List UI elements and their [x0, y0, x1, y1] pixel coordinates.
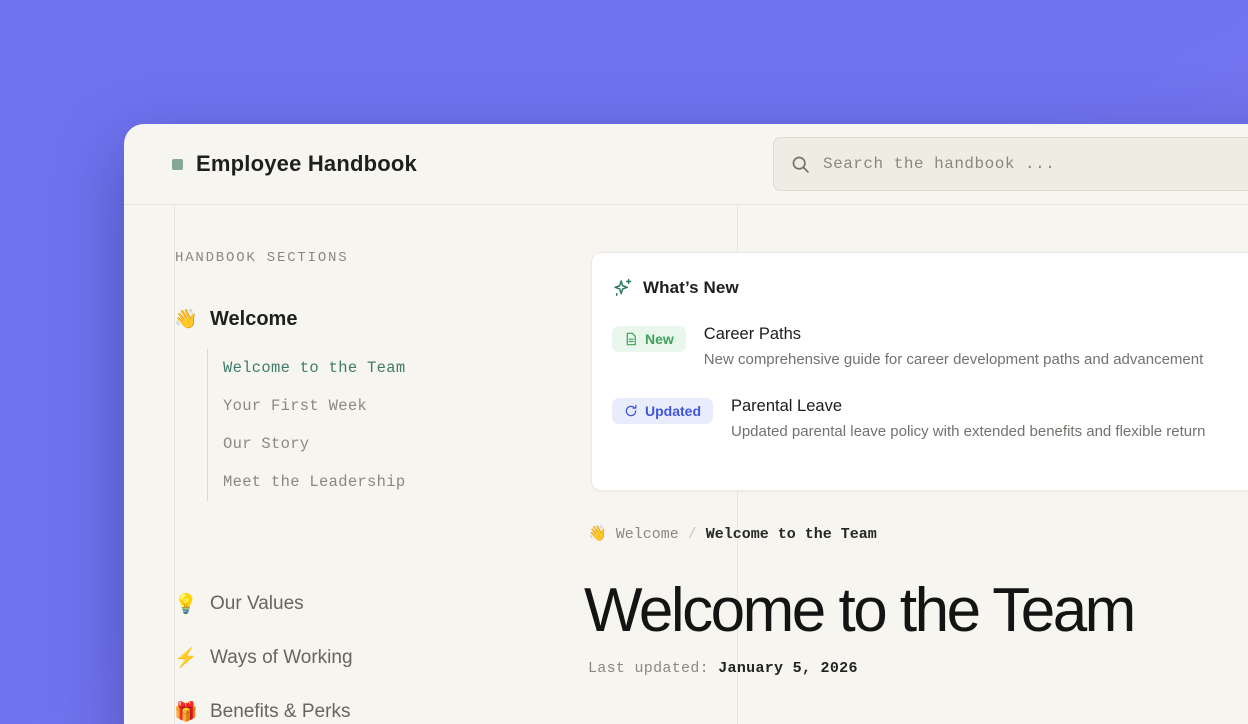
whats-new-item-description: New comprehensive guide for career devel… — [704, 351, 1203, 368]
whats-new-title: What’s New — [643, 278, 739, 298]
app-title: Employee Handbook — [196, 151, 417, 177]
gift-icon: 🎁 — [174, 703, 198, 722]
handbook-window: Employee Handbook HANDBOOK SECTIONS 👋 We… — [124, 124, 1248, 724]
page-title: Welcome to the Team — [584, 576, 1134, 646]
subnav-item-our-story[interactable]: Our Story — [223, 425, 405, 463]
breadcrumb-current: Welcome to the Team — [706, 526, 877, 543]
sidebar-item-benefits-perks[interactable]: 🎁 Benefits & Perks — [174, 698, 350, 724]
last-updated-row: Last updated: January 5, 2026 — [588, 660, 858, 677]
search-box[interactable] — [773, 137, 1248, 191]
last-updated-label: Last updated: — [588, 660, 709, 677]
subnav-item-meet-the-leadership[interactable]: Meet the Leadership — [223, 463, 405, 501]
search-icon — [791, 155, 810, 174]
last-updated-value: January 5, 2026 — [718, 660, 858, 677]
whats-new-item-title: Parental Leave — [731, 397, 1205, 416]
whats-new-item-parental-leave[interactable]: Updated Parental Leave Updated parental … — [612, 397, 1248, 440]
sidebar-item-label: Ways of Working — [210, 647, 353, 669]
sidebar-section-label: HANDBOOK SECTIONS — [175, 250, 348, 266]
document-icon — [624, 332, 638, 346]
sidebar-item-label: Benefits & Perks — [210, 701, 350, 723]
whats-new-item-description: Updated parental leave policy with exten… — [731, 423, 1205, 440]
whats-new-item-title: Career Paths — [704, 325, 1203, 344]
breadcrumb-separator: / — [688, 526, 697, 543]
app-header: Employee Handbook — [124, 124, 1248, 205]
subnav-item-your-first-week[interactable]: Your First Week — [223, 387, 405, 425]
sidebar-subnav-welcome: Welcome to the Team Your First Week Our … — [207, 349, 405, 501]
sidebar-item-our-values[interactable]: 💡 Our Values — [174, 590, 304, 618]
light-bulb-icon: 💡 — [174, 595, 198, 614]
breadcrumb-parent[interactable]: Welcome — [616, 526, 679, 543]
updated-badge: Updated — [612, 398, 713, 424]
waving-hand-icon: 👋 — [174, 310, 198, 329]
sidebar-item-label: Our Values — [210, 593, 304, 615]
whats-new-item-career-paths[interactable]: New Career Paths New comprehensive guide… — [612, 325, 1248, 368]
sidebar-item-label: Welcome — [210, 308, 297, 331]
subnav-item-welcome-to-the-team[interactable]: Welcome to the Team — [223, 349, 405, 387]
waving-hand-icon: 👋 — [588, 527, 607, 542]
sidebar-item-welcome[interactable]: 👋 Welcome — [174, 305, 297, 333]
refresh-icon — [624, 404, 638, 418]
badge-label: Updated — [645, 403, 701, 419]
new-badge: New — [612, 326, 686, 352]
badge-label: New — [645, 331, 674, 347]
whats-new-item-text: Parental Leave Updated parental leave po… — [731, 397, 1205, 440]
whats-new-item-text: Career Paths New comprehensive guide for… — [704, 325, 1203, 368]
search-input[interactable] — [823, 155, 1248, 173]
logo-square-icon — [172, 159, 183, 170]
sparkles-icon — [612, 277, 633, 298]
sidebar-item-ways-of-working[interactable]: ⚡ Ways of Working — [174, 644, 353, 672]
breadcrumb: 👋 Welcome / Welcome to the Team — [588, 524, 877, 544]
lightning-bolt-icon: ⚡ — [174, 649, 198, 668]
desktop-background: Employee Handbook HANDBOOK SECTIONS 👋 We… — [0, 0, 1248, 724]
whats-new-card: What’s New New Career Paths New comprehe… — [591, 252, 1248, 491]
whats-new-header: What’s New — [612, 277, 1248, 298]
